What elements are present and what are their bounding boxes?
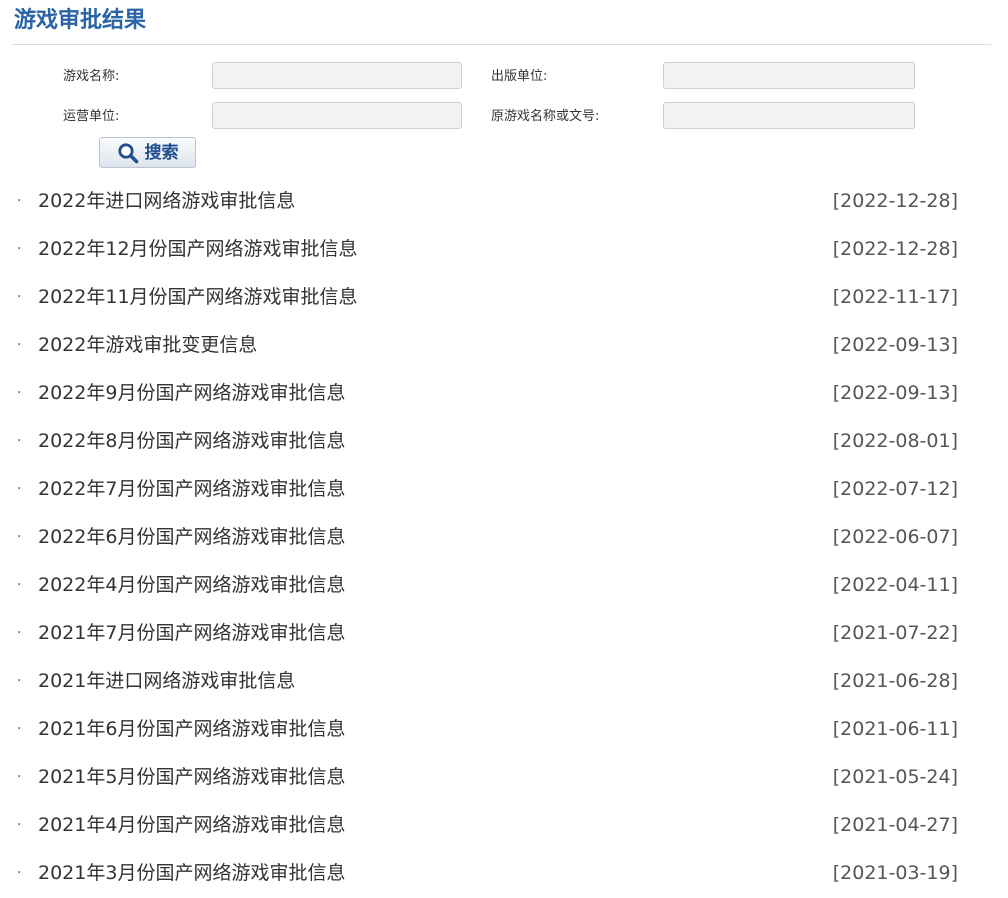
publish-date: [2022-06-07] — [832, 526, 958, 548]
list-bullet: · — [17, 529, 22, 545]
approval-link[interactable]: 2021年进口网络游戏审批信息 — [38, 657, 295, 705]
list-bullet: · — [17, 385, 22, 401]
publish-date: [2021-04-27] — [832, 814, 958, 836]
approval-link[interactable]: 2022年6月份国产网络游戏审批信息 — [38, 513, 345, 561]
list-item: · 2022年12月份国产网络游戏审批信息 [2022-12-28] — [0, 225, 1008, 273]
list-item: · 2021年4月份国产网络游戏审批信息 [2021-04-27] — [0, 801, 1008, 849]
list-item: · 2022年4月份国产网络游戏审批信息 [2022-04-11] — [0, 561, 1008, 609]
publisher-input[interactable] — [663, 62, 915, 89]
publish-date: [2022-11-17] — [832, 286, 958, 308]
publish-date: [2022-04-11] — [832, 574, 958, 596]
approval-link[interactable]: 2021年4月份国产网络游戏审批信息 — [38, 801, 345, 849]
approval-link[interactable]: 2021年7月份国产网络游戏审批信息 — [38, 609, 345, 657]
list-item: · 2022年进口网络游戏审批信息 [2022-12-28] — [0, 177, 1008, 225]
publish-date: [2021-06-28] — [832, 670, 958, 692]
list-bullet: · — [17, 817, 22, 833]
list-item: · 2021年进口网络游戏审批信息 [2021-06-28] — [0, 657, 1008, 705]
list-item: · 2021年5月份国产网络游戏审批信息 [2021-05-24] — [0, 753, 1008, 801]
list-bullet: · — [17, 625, 22, 641]
approval-link[interactable]: 2022年8月份国产网络游戏审批信息 — [38, 417, 345, 465]
approval-link[interactable]: 2022年游戏审批变更信息 — [38, 321, 257, 369]
list-bullet: · — [17, 193, 22, 209]
list-bullet: · — [17, 577, 22, 593]
list-bullet: · — [17, 289, 22, 305]
list-bullet: · — [17, 433, 22, 449]
list-bullet: · — [17, 241, 22, 257]
list-item: · 2022年8月份国产网络游戏审批信息 [2022-08-01] — [0, 417, 1008, 465]
list-item: · 2021年3月份国产网络游戏审批信息 [2021-03-19] — [0, 849, 1008, 897]
publish-date: [2022-07-12] — [832, 478, 958, 500]
list-bullet: · — [17, 337, 22, 353]
list-item: · 2022年11月份国产网络游戏审批信息 [2022-11-17] — [0, 273, 1008, 321]
list-bullet: · — [17, 481, 22, 497]
game-name-input[interactable] — [212, 62, 462, 89]
operator-input[interactable] — [212, 102, 462, 129]
publish-date: [2021-06-11] — [832, 718, 958, 740]
list-bullet: · — [17, 721, 22, 737]
approval-link[interactable]: 2021年3月份国产网络游戏审批信息 — [38, 849, 345, 897]
title-divider — [12, 44, 991, 45]
publish-date: [2021-05-24] — [832, 766, 958, 788]
list-bullet: · — [17, 769, 22, 785]
approval-link[interactable]: 2022年9月份国产网络游戏审批信息 — [38, 369, 345, 417]
approval-link[interactable]: 2022年12月份国产网络游戏审批信息 — [38, 225, 358, 273]
operator-label: 运营单位: — [63, 109, 120, 124]
approval-link[interactable]: 2021年5月份国产网络游戏审批信息 — [38, 753, 345, 801]
approval-link[interactable]: 2022年11月份国产网络游戏审批信息 — [38, 273, 358, 321]
list-bullet: · — [17, 673, 22, 689]
approval-link[interactable]: 2021年6月份国产网络游戏审批信息 — [38, 705, 345, 753]
approval-link[interactable]: 2022年进口网络游戏审批信息 — [38, 177, 295, 225]
approval-link[interactable]: 2022年4月份国产网络游戏审批信息 — [38, 561, 345, 609]
publish-date: [2021-07-22] — [832, 622, 958, 644]
list-item: · 2022年7月份国产网络游戏审批信息 [2022-07-12] — [0, 465, 1008, 513]
approval-list: · 2022年进口网络游戏审批信息 [2022-12-28] · 2022年12月份国产… — [0, 177, 1008, 897]
publish-date: [2022-12-28] — [832, 190, 958, 212]
original-name-input[interactable] — [663, 102, 915, 129]
list-item: · 2022年9月份国产网络游戏审批信息 [2022-09-13] — [0, 369, 1008, 417]
publish-date: [2022-12-28] — [832, 238, 958, 260]
publisher-label: 出版单位: — [491, 69, 548, 84]
list-item: · 2021年7月份国产网络游戏审批信息 [2021-07-22] — [0, 609, 1008, 657]
list-item: · 2021年6月份国产网络游戏审批信息 [2021-06-11] — [0, 705, 1008, 753]
original-name-label: 原游戏名称或文号: — [491, 109, 600, 124]
publish-date: [2022-08-01] — [832, 430, 958, 452]
list-bullet: · — [17, 865, 22, 881]
page-title: 游戏审批结果 — [14, 8, 147, 33]
search-button[interactable]: 搜索 — [99, 137, 196, 168]
publish-date: [2022-09-13] — [832, 382, 958, 404]
search-button-label: 搜索 — [144, 142, 179, 163]
approval-link[interactable]: 2022年7月份国产网络游戏审批信息 — [38, 465, 345, 513]
magnifier-icon — [117, 142, 139, 164]
publish-date: [2022-09-13] — [832, 334, 958, 356]
publish-date: [2021-03-19] — [832, 862, 958, 884]
list-item: · 2022年游戏审批变更信息 [2022-09-13] — [0, 321, 1008, 369]
list-item: · 2022年6月份国产网络游戏审批信息 [2022-06-07] — [0, 513, 1008, 561]
game-name-label: 游戏名称: — [63, 69, 120, 84]
